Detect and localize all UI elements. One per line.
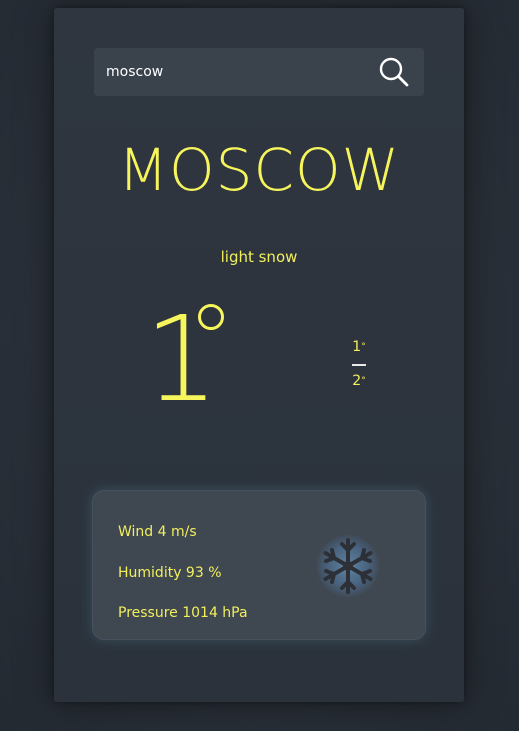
city-name: MOSCOW — [117, 136, 400, 204]
temp-min: 2° — [344, 372, 374, 390]
degree-symbol — [198, 304, 224, 330]
temp-range-divider — [352, 364, 366, 366]
search-button[interactable] — [378, 56, 410, 88]
search-icon — [379, 57, 409, 87]
temp-min-degree: ° — [361, 376, 366, 386]
temp-max-degree: ° — [361, 342, 366, 352]
temp-max-value: 1 — [352, 339, 362, 355]
snowflake-icon — [323, 538, 373, 594]
temp-min-value: 2 — [352, 373, 362, 389]
pressure-detail: Pressure 1014 hPa — [118, 605, 248, 621]
weather-icon-glow — [316, 534, 380, 598]
search-input[interactable] — [94, 48, 354, 96]
weather-card: MOSCOW light snow 1 1° 2° Wind 4 m/s Hum… — [54, 8, 464, 702]
weather-details-panel: Wind 4 m/s Humidity 93 % Pressure 1014 h… — [92, 490, 426, 640]
temp-range: 1° 2° — [344, 338, 374, 390]
temp-max: 1° — [344, 338, 374, 356]
weather-description: light snow — [220, 248, 298, 266]
wind-detail: Wind 4 m/s — [118, 524, 197, 540]
search-bar — [94, 48, 424, 96]
humidity-detail: Humidity 93 % — [118, 565, 222, 581]
